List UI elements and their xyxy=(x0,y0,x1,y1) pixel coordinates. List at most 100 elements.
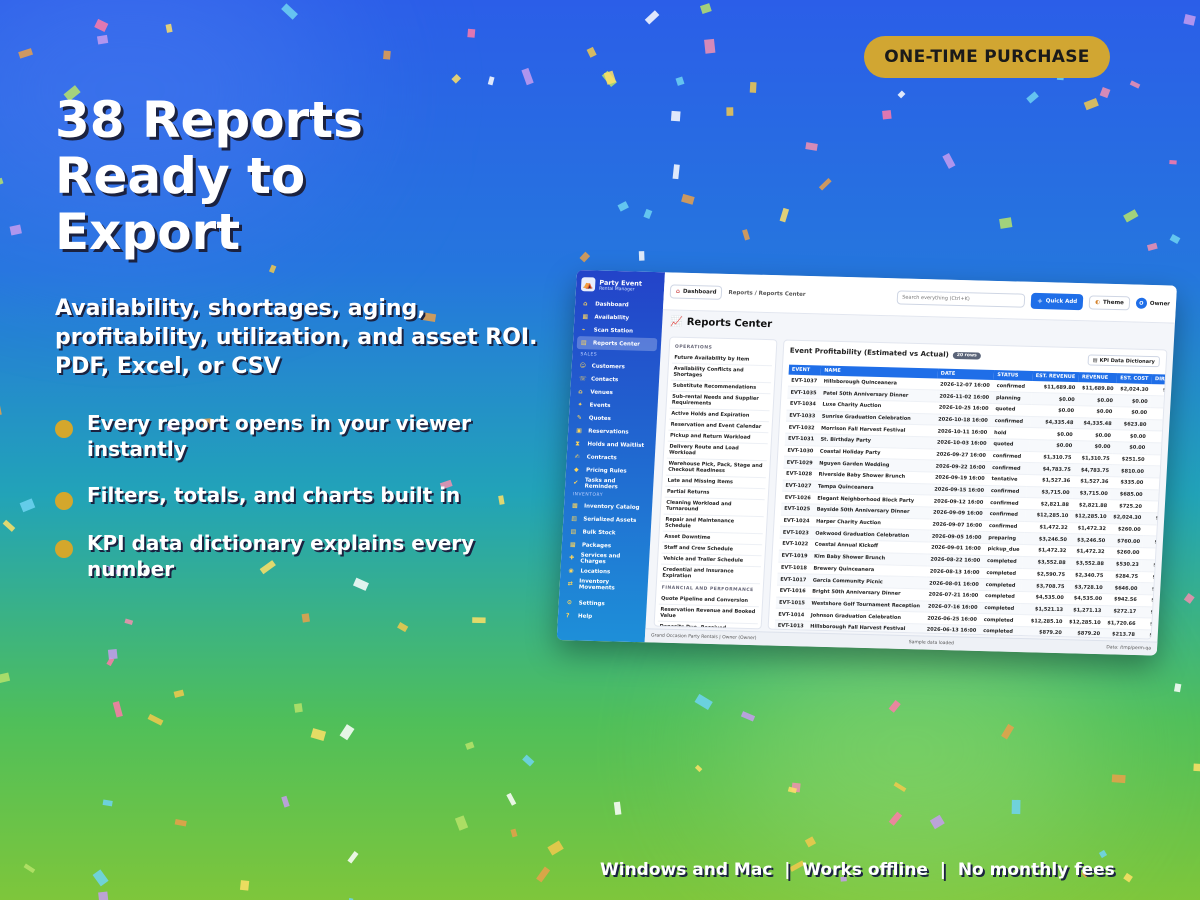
confetti-piece xyxy=(1123,872,1133,883)
avatar: O xyxy=(1135,297,1148,309)
scan-icon: ⌁ xyxy=(581,326,586,334)
table-cell: EVT-1027 xyxy=(782,479,816,493)
users-icon: ☺ xyxy=(579,362,587,370)
confetti-piece xyxy=(147,713,164,726)
confetti-piece xyxy=(506,792,517,806)
confetti-piece xyxy=(644,10,660,25)
financial-reports: Quote Pipeline and Conversion Reservation… xyxy=(655,593,760,630)
confetti-piece xyxy=(749,82,757,93)
table-cell: $4,335.48 xyxy=(1076,417,1115,430)
confetti-piece xyxy=(726,107,734,116)
kpi-dictionary-button[interactable]: ▤ KPI Data Dictionary xyxy=(1087,354,1161,368)
table-cell: $260.00 xyxy=(1107,546,1143,560)
check-icon: ✔ xyxy=(573,479,579,487)
confetti-piece xyxy=(124,618,134,626)
breadcrumb: Reports / Reports Center xyxy=(728,289,806,298)
table-cell: $11,689.80 xyxy=(1077,382,1117,395)
feature-list: Every report opens in your viewer instan… xyxy=(55,410,535,602)
table-cell: $4,535.00 xyxy=(1066,592,1106,606)
contract-icon: ✍ xyxy=(574,453,580,461)
confetti-piece xyxy=(1083,98,1099,111)
table-cell: confirmed xyxy=(987,485,1027,498)
table-cell: $0.00 xyxy=(1074,440,1114,454)
plus-icon: ＋ xyxy=(1036,298,1043,305)
headline-line: Ready to xyxy=(55,147,306,205)
table-cell: EVT-1015 xyxy=(775,596,809,610)
bullet-dot-icon xyxy=(55,540,73,558)
home-icon: ⌂ xyxy=(582,300,588,308)
confetti-piece xyxy=(675,76,685,86)
confetti-piece xyxy=(1026,91,1039,104)
confetti-piece xyxy=(779,207,790,223)
kpi-label: KPI Data Dictionary xyxy=(1099,357,1155,365)
confetti-piece xyxy=(165,23,173,33)
table-cell: $7 xyxy=(1144,500,1168,514)
confetti-piece xyxy=(670,110,681,122)
table-cell: EVT-1013 xyxy=(774,620,808,633)
table-cell: $810.00 xyxy=(1111,464,1148,478)
help-icon: ? xyxy=(565,612,570,620)
feature-item: KPI data dictionary explains every numbe… xyxy=(55,530,535,582)
confetti-piece xyxy=(102,799,113,807)
theme-label: Theme xyxy=(1102,299,1125,306)
user-menu[interactable]: O Owner xyxy=(1135,297,1171,310)
table-cell: $260.00 xyxy=(1108,523,1144,537)
contact-icon: ☏ xyxy=(578,375,587,383)
confetti-piece xyxy=(112,701,123,718)
sidebar-item-label: Reports Center xyxy=(592,340,641,348)
sidebar-item-help[interactable]: ? Help xyxy=(558,609,647,624)
feature-text: Every report opens in your viewer instan… xyxy=(87,411,471,461)
table-cell: $251.50 xyxy=(1112,453,1148,466)
confetti-piece xyxy=(268,264,277,274)
confetti-piece xyxy=(742,229,750,241)
confetti-piece xyxy=(999,217,1013,229)
table-cell: completed xyxy=(983,555,1023,568)
table-cell: preparing xyxy=(984,531,1025,545)
feature-text: Filters, totals, and charts built in xyxy=(87,483,461,507)
table-cell: $2,821.88 xyxy=(1071,499,1111,512)
quick-add-button[interactable]: ＋ Quick Add xyxy=(1030,292,1084,310)
table-cell: $0.00 xyxy=(1076,405,1116,419)
table-cell: confirmed xyxy=(986,508,1026,522)
confetti-piece xyxy=(0,177,4,186)
confetti-piece xyxy=(9,224,22,236)
confetti-piece xyxy=(547,840,564,856)
book-icon: ▤ xyxy=(1092,357,1098,364)
table-cell: confirmed xyxy=(986,496,1026,510)
quote-icon: ✎ xyxy=(576,414,583,422)
dashboard-button[interactable]: ⌂ Dashboard xyxy=(669,283,723,300)
table-cell: EVT-1030 xyxy=(784,444,818,458)
confetti-piece xyxy=(281,795,290,808)
confetti-piece xyxy=(92,869,109,887)
bullet-dot-icon xyxy=(55,420,73,438)
table-cell: $272.17 xyxy=(1104,605,1140,618)
table-cell: EVT-1019 xyxy=(778,549,812,563)
table-cell: EVT-1022 xyxy=(778,538,813,551)
confetti-piece xyxy=(579,251,591,263)
theme-button[interactable]: ◐ Theme xyxy=(1088,294,1131,310)
table-cell: EVT-1026 xyxy=(781,491,815,505)
table-cell xyxy=(1147,442,1168,455)
confetti-piece xyxy=(1169,233,1181,244)
table-cell: $213.78 xyxy=(1102,628,1139,640)
bullet-dot-icon xyxy=(55,492,73,510)
confetti-piece xyxy=(888,699,901,713)
feature-item: Every report opens in your viewer instan… xyxy=(55,410,535,462)
table-cell: $646.00 xyxy=(1105,581,1141,595)
confetti-piece xyxy=(521,67,534,86)
table-cell: EVT-1014 xyxy=(775,608,809,621)
table-cell: $1,527.36 xyxy=(1072,475,1112,489)
confetti-piece xyxy=(893,781,907,792)
search-input[interactable]: Search everything (Ctrl+K) xyxy=(896,289,1026,308)
table-cell: EVT-1035 xyxy=(787,386,821,399)
confetti-piece xyxy=(301,613,310,623)
table-cell: $1,310.75 xyxy=(1074,452,1114,465)
headline: 38 Reports Ready to Export xyxy=(55,92,575,260)
table-cell: $3,728.10 xyxy=(1067,580,1106,594)
confetti-piece xyxy=(1098,849,1108,859)
nav-main: ⌂ Dashboard ▦ Availability ⌁ Scan Station ▤ Rep… xyxy=(573,297,664,352)
table-cell: EVT-1016 xyxy=(776,585,810,598)
confetti-piece xyxy=(465,741,475,750)
table-cell: EVT-1029 xyxy=(783,456,817,469)
confetti-piece xyxy=(704,38,716,54)
